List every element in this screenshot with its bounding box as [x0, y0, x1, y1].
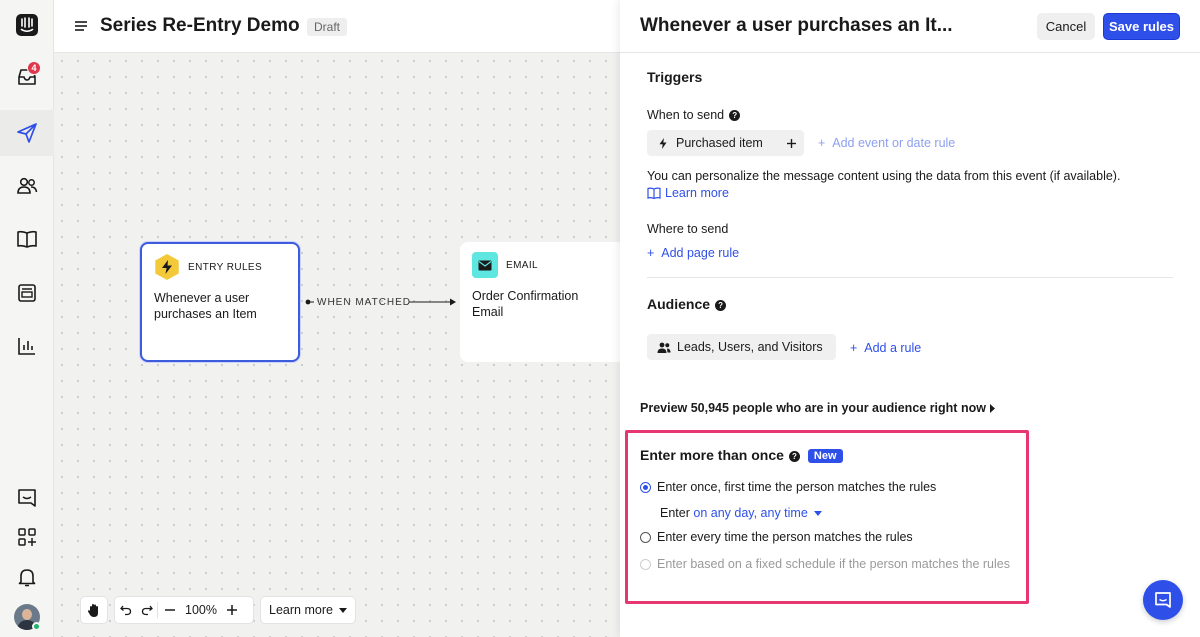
zoom-out-button[interactable]	[158, 597, 182, 623]
inbox-nav-button[interactable]: 4	[0, 54, 54, 100]
save-rules-button[interactable]: Save rules	[1103, 13, 1180, 40]
edge-label: WHEN MATCHED	[317, 297, 412, 308]
node-description: Order Confirmation Email	[472, 289, 579, 319]
online-status-dot	[32, 622, 41, 631]
panel-header: Whenever a user purchases an It... Cance…	[620, 0, 1200, 53]
email-node[interactable]: EMAIL Order Confirmation Email	[460, 242, 622, 362]
document-icon	[18, 284, 36, 302]
minus-icon	[165, 609, 175, 611]
where-to-send-label: Where to send	[647, 222, 729, 236]
panel-title: Whenever a user purchases an It...	[640, 15, 953, 36]
page-header: Series Re-Entry Demo Draft	[54, 0, 620, 53]
reports-nav-button[interactable]	[0, 323, 54, 369]
left-nav-rail: 4	[0, 0, 54, 637]
option-fixed-schedule-label: Enter based on a fixed schedule if the p…	[657, 557, 1010, 571]
hamburger-menu-icon[interactable]	[74, 19, 88, 33]
redo-icon	[141, 605, 153, 616]
audience-heading: Audience?	[647, 296, 727, 312]
intercom-logo-icon[interactable]	[0, 2, 54, 48]
chat-window-icon	[18, 489, 36, 507]
caret-right-icon	[989, 404, 995, 413]
plus-icon[interactable]	[787, 139, 796, 148]
messenger-launcher-button[interactable]	[1143, 580, 1183, 620]
radio-enter-every-time[interactable]	[640, 532, 651, 543]
caret-down-icon	[338, 607, 347, 613]
cancel-button[interactable]: Cancel	[1037, 13, 1095, 40]
personalize-note: You can personalize the message content …	[647, 169, 1121, 183]
reports-list-nav-button[interactable]	[0, 270, 54, 316]
audience-chip-label: Leads, Users, and Visitors	[677, 340, 823, 354]
caret-down-icon	[813, 511, 822, 516]
help-icon[interactable]: ?	[788, 451, 800, 462]
learn-more-label: Learn more	[269, 603, 333, 617]
add-audience-rule-link[interactable]: + Add a rule	[850, 341, 921, 355]
inbox-count-badge: 4	[27, 61, 41, 75]
notifications-nav-button[interactable]	[0, 554, 54, 600]
entry-rules-panel: Whenever a user purchases an It... Cance…	[620, 0, 1200, 637]
node-description: Whenever a user purchases an Item	[154, 291, 257, 321]
audience-preview-link[interactable]: Preview 50,945 people who are in your au…	[640, 401, 995, 415]
undo-icon	[120, 605, 132, 616]
lightning-icon	[155, 254, 179, 280]
zoom-toolbar: 100%	[114, 596, 254, 624]
reentry-heading: Enter more than once? New	[640, 447, 843, 463]
event-chip-label: Purchased item	[676, 136, 763, 150]
pan-tool-button[interactable]	[80, 596, 108, 624]
node-kind-label: ENTRY RULES	[188, 262, 263, 273]
plus-icon: +	[850, 341, 865, 355]
zoom-in-button[interactable]	[220, 597, 244, 623]
apps-grid-icon	[18, 528, 36, 546]
triggers-heading: Triggers	[647, 69, 703, 85]
book-icon	[17, 230, 37, 248]
new-badge: New	[807, 449, 843, 463]
entry-rules-node[interactable]: ENTRY RULES Whenever a user purchases an…	[140, 242, 300, 362]
enter-timing-dropdown[interactable]: on any day, any time	[693, 506, 822, 520]
people-icon	[17, 177, 38, 194]
series-canvas[interactable]: ENTRY RULES Whenever a user purchases an…	[54, 53, 622, 637]
hand-icon	[87, 603, 98, 617]
help-icon[interactable]: ?	[715, 300, 727, 311]
contacts-nav-button[interactable]	[0, 163, 54, 209]
book-icon	[647, 187, 661, 200]
bell-icon	[18, 569, 36, 587]
when-to-send-label: When to send?	[647, 108, 741, 122]
outbound-nav-button[interactable]	[0, 110, 54, 156]
help-icon[interactable]: ?	[729, 110, 741, 121]
audience-chip[interactable]: Leads, Users, and Visitors	[647, 334, 836, 360]
radio-fixed-schedule[interactable]	[640, 559, 651, 570]
page-title: Series Re-Entry Demo	[100, 15, 300, 36]
event-rule-chip[interactable]: Purchased item	[647, 130, 804, 156]
people-icon	[657, 342, 671, 353]
option-enter-once-label[interactable]: Enter once, first time the person matche…	[657, 480, 936, 494]
zoom-level: 100%	[185, 603, 217, 617]
enter-timing-row: Enter on any day, any time	[660, 506, 822, 520]
add-page-rule-link[interactable]: + Add page rule	[647, 246, 739, 260]
node-kind-label: EMAIL	[506, 260, 539, 271]
radio-enter-once[interactable]	[640, 482, 651, 493]
learn-more-link[interactable]: Learn more	[647, 186, 729, 200]
status-badge: Draft	[307, 18, 348, 36]
section-divider	[647, 277, 1173, 278]
plus-icon: +	[647, 246, 662, 260]
option-enter-every-time-label[interactable]: Enter every time the person matches the …	[657, 530, 913, 544]
add-event-rule-link[interactable]: + Add event or date rule	[818, 136, 955, 150]
bar-chart-icon	[18, 338, 35, 355]
plus-icon	[227, 605, 237, 615]
plus-icon: +	[818, 136, 833, 150]
chat-icon	[1155, 592, 1171, 608]
paper-plane-icon	[17, 123, 37, 143]
articles-nav-button[interactable]	[0, 216, 54, 262]
learn-more-dropdown[interactable]: Learn more	[260, 596, 356, 624]
redo-button[interactable]	[137, 597, 157, 623]
undo-button[interactable]	[115, 597, 137, 623]
envelope-icon	[472, 252, 498, 278]
lightning-icon	[659, 137, 667, 149]
